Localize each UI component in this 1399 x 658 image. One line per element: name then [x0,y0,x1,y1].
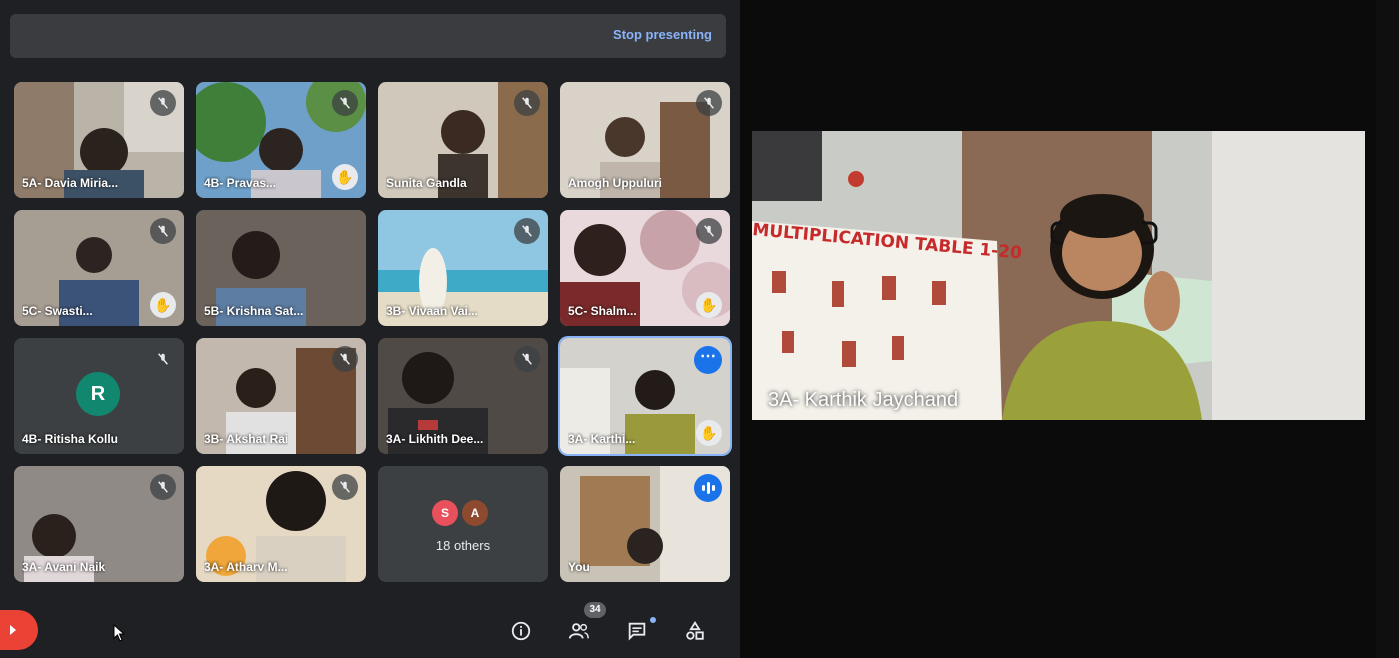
mic-muted-icon [514,346,540,372]
participant-name: 3A- Atharv M... [204,560,288,574]
raised-hand-icon: ✋ [696,420,722,446]
meeting-details-icon[interactable] [506,616,536,646]
raised-hand-icon: ✋ [696,292,722,318]
participant-name: 5C- Swasti... [22,304,93,318]
mic-muted-icon [514,218,540,244]
chat-notification-dot [650,617,656,623]
participant-tile[interactable]: 3B- Akshat Rai [196,338,366,454]
participant-tile[interactable]: Amogh Uppuluri [560,82,730,198]
others-avatars: S A [432,500,488,526]
others-count: 18 others [435,538,491,553]
end-call-button[interactable] [0,610,38,650]
participant-name: 4B- Ritisha Kollu [22,432,119,446]
mic-muted-icon [332,90,358,116]
self-tile[interactable]: You [560,466,730,582]
participant-avatar: S [432,500,458,526]
others-tile[interactable]: S A 18 others [378,466,548,582]
featured-video-feed: MULTIPLICATION TABLE 1-20 [752,131,1365,420]
right-edge-panel [1376,0,1399,658]
meeting-panel: Stop presenting 5A- Davia Miria... ✋ 4B-… [0,0,740,658]
participants-count-badge: 34 [584,602,606,618]
participant-tile[interactable]: 3A- Atharv M... [196,466,366,582]
participant-name: 3A- Karthi... [568,432,636,446]
participant-tile[interactable]: 3A- Likhith Dee... [378,338,548,454]
participant-name: You [568,560,590,574]
participant-name: 4B- Pravas... [204,176,277,190]
mic-muted-icon [514,90,540,116]
participant-avatar: A [462,500,488,526]
raised-hand-icon: ✋ [332,164,358,190]
participant-tile[interactable]: ✋ 5C- Swasti... [14,210,184,326]
chat-icon[interactable] [622,616,652,646]
mic-muted-icon [696,218,722,244]
mic-muted-icon [150,90,176,116]
mouse-pointer-icon [113,624,125,642]
participant-tile[interactable]: Sunita Gandla [378,82,548,198]
mic-muted-icon [696,90,722,116]
featured-participant-name: 3A- Karthik Jaychand [768,389,959,411]
participant-tile[interactable]: ⋯ ✋ 3A- Karthi... [560,338,730,454]
participant-tile[interactable]: 3B- Vivaan Vai... [378,210,548,326]
participant-name: 3B- Vivaan Vai... [386,304,478,318]
presentation-bar: Stop presenting [10,14,726,58]
participant-name: Amogh Uppuluri [568,176,662,190]
stop-presenting-button[interactable]: Stop presenting [613,27,712,42]
people-icon[interactable] [564,616,594,646]
raised-hand-icon: ✋ [150,292,176,318]
mic-muted-icon [150,474,176,500]
participant-name: 5C- Shalm... [568,304,637,318]
featured-video[interactable]: MULTIPLICATION TABLE 1-20 3A- Karthik Ja… [752,131,1365,420]
participant-name: 3B- Akshat Rai [204,432,289,446]
mic-muted-icon [150,218,176,244]
participant-name: 3A- Avani Naik [22,560,106,574]
participant-tile[interactable]: 5B- Krishna Sat... [196,210,366,326]
participant-name: 3A- Likhith Dee... [386,432,484,446]
activities-icon[interactable] [680,616,710,646]
bottom-toolbar [0,600,740,658]
participant-avatar: R [76,372,120,416]
participant-tile[interactable]: ✋ 4B- Pravas... [196,82,366,198]
participant-tile[interactable]: 3A- Avani Naik [14,466,184,582]
participant-tile[interactable]: ✋ 5C- Shalm... [560,210,730,326]
more-options-button[interactable]: ⋯ [694,346,722,374]
participant-name: Sunita Gandla [386,176,467,190]
participant-tile[interactable]: 5A- Davia Miria... [14,82,184,198]
mic-muted-icon [150,346,176,372]
participant-name: 5B- Krishna Sat... [204,304,304,318]
participant-name: 5A- Davia Miria... [22,176,119,190]
speaking-indicator-icon [694,474,722,502]
participant-tile[interactable]: R 4B- Ritisha Kollu [14,338,184,454]
mic-muted-icon [332,474,358,500]
mic-muted-icon [332,346,358,372]
